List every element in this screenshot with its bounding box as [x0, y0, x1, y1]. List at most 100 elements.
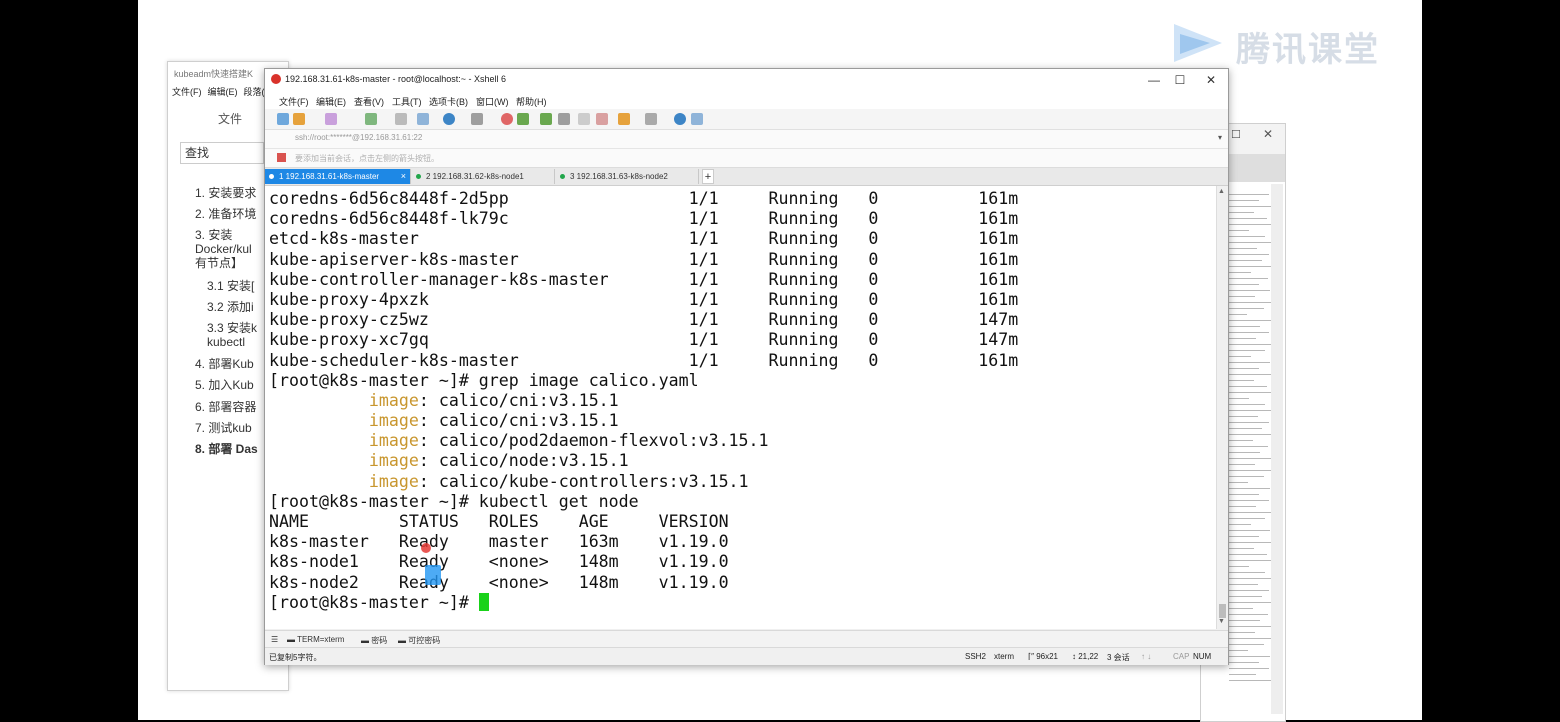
- add-session-arrow-icon[interactable]: [277, 153, 286, 162]
- doc-search-input[interactable]: 查找: [180, 142, 264, 164]
- menu-window[interactable]: 窗口(W): [476, 95, 509, 108]
- toc-item-active[interactable]: 8. 部署 Das: [195, 442, 258, 456]
- tab-session-1[interactable]: 1 192.168.31.61-k8s-master ×: [265, 169, 411, 184]
- toolbar: [265, 109, 1228, 130]
- connected-status-icon: [269, 174, 274, 179]
- controlled-password-item[interactable]: ▬ 可控密码: [398, 635, 440, 646]
- menu-lines-icon[interactable]: ☰: [271, 635, 278, 644]
- pod-row: coredns-6d56c8448f-lk79c 1/1 Running 0 1…: [269, 209, 1019, 229]
- compose-bar: ☰ ▬ TERM=xterm ▬ 密码 ▬ 可控密码: [265, 630, 1228, 648]
- help-icon[interactable]: [674, 113, 686, 125]
- node-table-header: NAME STATUS ROLES AGE VERSION: [269, 512, 729, 531]
- pod-row: kube-controller-manager-k8s-master 1/1 R…: [269, 269, 1019, 289]
- open-folder-icon[interactable]: [293, 113, 305, 125]
- password-item[interactable]: ▬ 密码: [361, 635, 387, 646]
- scroll-up-icon[interactable]: ▲: [1218, 188, 1225, 195]
- script-icon[interactable]: [596, 113, 608, 125]
- menu-file[interactable]: 文件(F): [279, 95, 309, 108]
- reconnect-icon[interactable]: [325, 113, 337, 125]
- connected-status-icon: [560, 174, 565, 179]
- toc-item[interactable]: 1. 安装要求: [195, 186, 256, 200]
- layout-icon[interactable]: [645, 113, 657, 125]
- bg-scrollbar[interactable]: [1271, 184, 1283, 714]
- keyboard-icon[interactable]: [578, 113, 590, 125]
- menu-view[interactable]: 查看(V): [354, 95, 384, 108]
- tab-label: 3 192.168.31.63-k8s-node2: [570, 172, 668, 181]
- menu-tabs[interactable]: 选项卡(B): [429, 95, 468, 108]
- find-icon[interactable]: [395, 113, 407, 125]
- shell-prompt: [root@k8s-master ~]#: [269, 491, 479, 511]
- fullscreen-icon[interactable]: [540, 113, 552, 125]
- pod-row: kube-proxy-xc7gq 1/1 Running 0 147m: [269, 330, 1019, 350]
- chevron-down-icon[interactable]: ▾: [1218, 133, 1222, 142]
- bg-close-icon[interactable]: ✕: [1263, 127, 1273, 141]
- play-logo-icon: [1174, 24, 1222, 62]
- session-tab-bar: 1 192.168.31.61-k8s-master × 2 192.168.3…: [265, 168, 1228, 186]
- doc-menu-edit[interactable]: 编辑(E): [208, 87, 238, 97]
- lock-icon[interactable]: [558, 113, 570, 125]
- doc-file-tab[interactable]: 文件: [218, 110, 242, 127]
- title-bar: 192.168.31.61-k8s-master - root@localhos…: [265, 69, 1228, 91]
- maximize-button[interactable]: ☐: [1167, 71, 1193, 89]
- copy-icon[interactable]: [365, 113, 377, 125]
- toc-item[interactable]: 3. 安装: [195, 228, 232, 242]
- font-icon[interactable]: [471, 113, 483, 125]
- scrollbar-thumb[interactable]: [1219, 604, 1226, 618]
- pod-row: kube-proxy-cz5wz 1/1 Running 0 147m: [269, 310, 1019, 330]
- scroll-down-icon[interactable]: ▼: [1218, 618, 1225, 625]
- toc-item[interactable]: 有节点】: [195, 256, 243, 270]
- command-line: [root@k8s-master ~]#: [269, 592, 1018, 613]
- toc-subitem[interactable]: 3.2 添加i: [207, 300, 254, 314]
- xftp-icon[interactable]: [501, 113, 513, 125]
- grep-result-line: image: calico/node:v3.15.1: [368, 451, 629, 471]
- minimize-button[interactable]: —: [1141, 71, 1167, 89]
- shell-prompt: [root@k8s-master ~]#: [269, 592, 479, 612]
- address-bar[interactable]: ssh://root:*******@192.168.31.61:22 ▾: [265, 130, 1228, 149]
- transfer-icon[interactable]: [618, 113, 630, 125]
- new-session-icon[interactable]: [277, 113, 289, 125]
- document-title: kubeadm快速搭建K: [174, 69, 254, 79]
- yaml-key: image: [368, 411, 419, 431]
- document-menubar: 文件(F) 编辑(E) 段落(P: [172, 85, 277, 98]
- toc-subitem[interactable]: 3.3 安装k: [207, 321, 257, 335]
- menu-edit[interactable]: 编辑(E): [316, 95, 346, 108]
- terminal-scrollbar[interactable]: ▲ ▼: [1216, 186, 1228, 629]
- tab-session-2[interactable]: 2 192.168.31.62-k8s-node1: [412, 169, 555, 184]
- toc-item[interactable]: 4. 部署Kub: [195, 357, 254, 371]
- menu-help[interactable]: 帮助(H): [516, 95, 547, 108]
- toc-subitem[interactable]: 3.1 安装[: [207, 279, 254, 293]
- doc-menu-file[interactable]: 文件(F): [172, 87, 202, 97]
- term-type-item[interactable]: ▬ TERM=xterm: [287, 635, 344, 644]
- new-tab-button[interactable]: +: [702, 169, 714, 184]
- grep-result-line: image: calico/cni:v3.15.1: [368, 390, 619, 410]
- close-button[interactable]: ✕: [1198, 71, 1224, 89]
- window-title: 192.168.31.61-k8s-master - root@localhos…: [285, 74, 506, 84]
- menu-tools[interactable]: 工具(T): [392, 95, 422, 108]
- tab-session-3[interactable]: 3 192.168.31.63-k8s-node2: [556, 169, 699, 184]
- terminal-area[interactable]: coredns-6d56c8448f-2d5pp 1/1 Running 0 1…: [265, 186, 1216, 629]
- grep-result-line: image: calico/pod2daemon-flexvol:v3.15.1: [368, 431, 769, 451]
- status-cursor-pos: ↕ 21,22: [1072, 652, 1099, 661]
- bg-minimize-icon[interactable]: ☐: [1231, 128, 1241, 141]
- tab-close-icon[interactable]: ×: [401, 169, 406, 184]
- toc-item[interactable]: 6. 部署容器: [195, 400, 256, 414]
- status-size: ⌈″ 96x21: [1028, 652, 1058, 661]
- status-num: NUM: [1193, 652, 1212, 661]
- toc-subitem[interactable]: kubectl: [207, 335, 245, 349]
- watermark-text: 腾讯课堂: [1236, 30, 1380, 70]
- menu-bar: 文件(F) 编辑(E) 查看(V) 工具(T) 选项卡(B) 窗口(W) 帮助(…: [265, 91, 1228, 109]
- chat-icon[interactable]: [691, 113, 703, 125]
- yaml-key: image: [368, 471, 419, 491]
- command-text: kubectl get node: [478, 491, 639, 511]
- pod-row: kube-scheduler-k8s-master 1/1 Running 0 …: [269, 350, 1019, 370]
- toc-item[interactable]: 5. 加入Kub: [195, 378, 254, 392]
- xmanager-icon[interactable]: [517, 113, 529, 125]
- toc-item[interactable]: 2. 准备环境: [195, 207, 256, 221]
- globe-icon[interactable]: [443, 113, 455, 125]
- toc-item[interactable]: Docker/kul: [195, 242, 252, 256]
- status-term: xterm: [994, 652, 1014, 661]
- toc-item[interactable]: 7. 测试kub: [195, 421, 252, 435]
- properties-icon[interactable]: [417, 113, 429, 125]
- pod-row: coredns-6d56c8448f-2d5pp 1/1 Running 0 1…: [269, 189, 1019, 208]
- tab-label: 1 192.168.31.61-k8s-master: [279, 172, 380, 181]
